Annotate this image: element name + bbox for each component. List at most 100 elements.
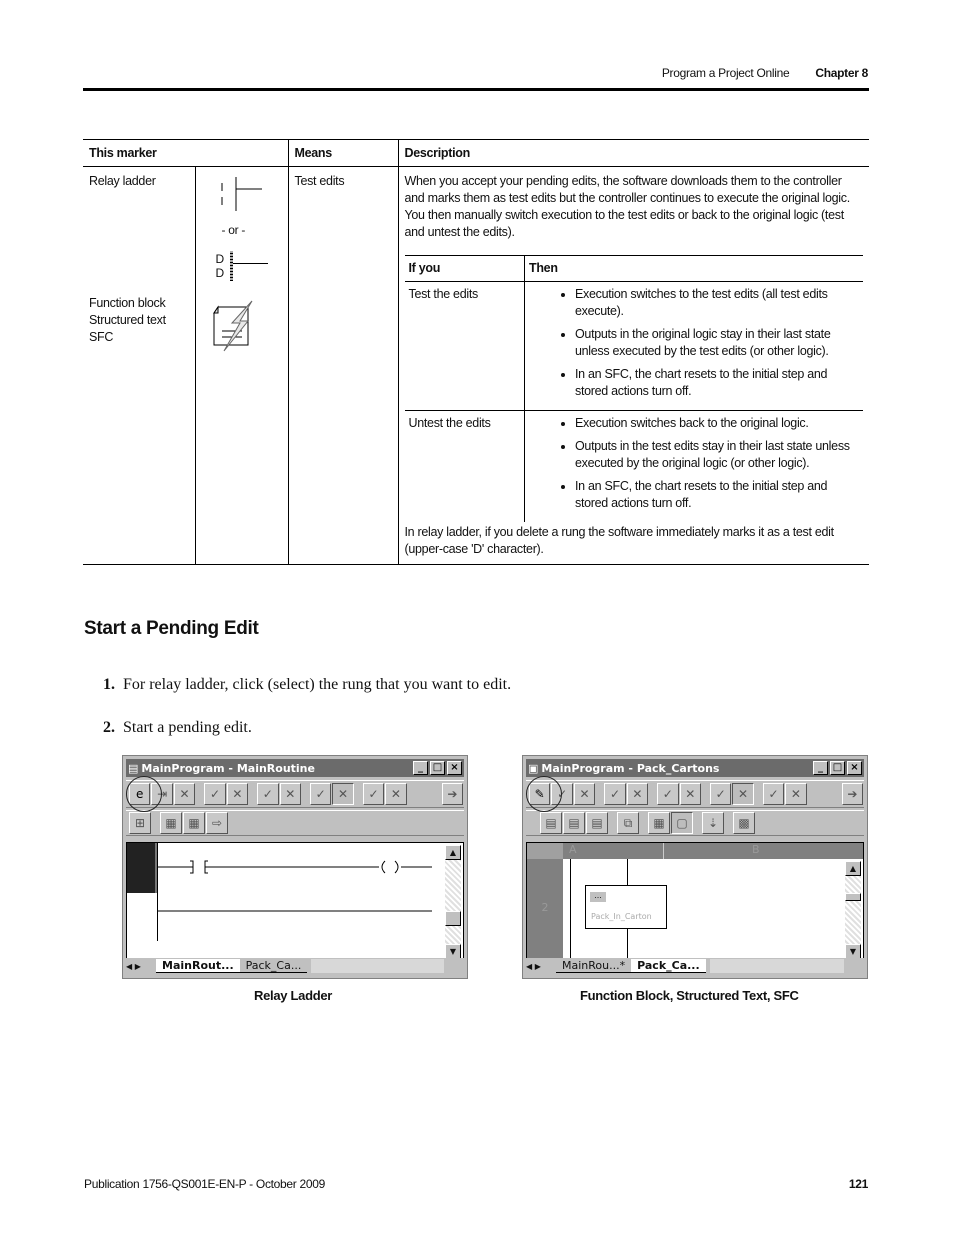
toolbar-button[interactable]: ✕ <box>573 783 596 805</box>
sfc-step[interactable]: ... Pack_In_Carton <box>585 885 667 929</box>
finalize-button[interactable]: ➔ <box>441 783 464 805</box>
description-cell: When you accept your pending edits, the … <box>397 166 869 565</box>
fb-label-2: Structured text <box>89 313 166 327</box>
close-button[interactable]: × <box>447 761 462 775</box>
toolbar-button[interactable]: ✕ <box>785 783 807 805</box>
finalize-button[interactable]: ➔ <box>841 783 864 805</box>
ladder-window-icon: ▤ <box>128 761 139 775</box>
deleted-rung-icon: D D <box>202 249 282 289</box>
column-header-b: B <box>752 843 760 856</box>
caption-function-block: Function Block, Structured Text, SFC <box>580 988 799 1003</box>
list-item: In an SFC, the chart resets to the initi… <box>575 366 859 400</box>
tab-scroll-arrows[interactable]: ◀ ▶ <box>526 962 556 971</box>
toolbar-button[interactable]: ✓ <box>257 783 279 805</box>
toolbar-button[interactable]: ✕ <box>385 783 407 805</box>
toolbar-button[interactable]: ✕ <box>279 783 301 805</box>
if-then-table: If you Then Test the edits Execution swi… <box>404 255 863 522</box>
toolbar-button[interactable]: ✓ <box>709 783 732 805</box>
section-title: Start a Pending Edit <box>84 618 259 639</box>
scroll-thumb[interactable] <box>845 893 861 901</box>
toolbar-button[interactable]: ✕ <box>226 783 249 805</box>
relay-ladder-window: ▤ MainProgram - MainRoutine _ □ × e ⇥ ✕ ✓… <box>122 755 468 979</box>
list-item: Outputs in the original logic stay in th… <box>575 326 859 360</box>
scroll-down-button[interactable]: ▼ <box>845 944 861 959</box>
toolbar-button[interactable]: ⧉ <box>617 812 639 834</box>
marker-icons-cell: - or - D D <box>194 166 288 565</box>
col-header-if: If you <box>404 255 525 282</box>
title-bar: ▣ MainProgram - Pack_Cartons _ □ × <box>526 759 864 777</box>
list-item: Execution switches to the test edits (al… <box>575 286 859 320</box>
minimize-button[interactable]: _ <box>413 761 428 775</box>
col-header-means: Means <box>287 139 398 167</box>
highlight-circle <box>526 776 562 812</box>
toolbar-button[interactable]: ✕ <box>732 783 754 805</box>
table-row: Test the edits Execution switches to the… <box>404 281 863 411</box>
or-label: - or - <box>221 223 246 237</box>
toolbar-button[interactable]: ▤ <box>563 812 585 834</box>
list-item: Outputs in the test edits stay in their … <box>575 438 859 472</box>
toolbar-button[interactable]: ✓ <box>604 783 626 805</box>
table-row: Untest the edits Execution switches back… <box>405 410 863 522</box>
toolbar-button[interactable]: ✓ <box>309 783 332 805</box>
row-header: 2 <box>527 859 563 961</box>
sfc-window: ▣ MainProgram - Pack_Cartons _ □ × ✎ ✓ ✕ … <box>522 755 868 979</box>
toolbar-button[interactable]: ✓ <box>362 783 385 805</box>
scroll-thumb[interactable] <box>445 911 461 926</box>
close-button[interactable]: × <box>847 761 862 775</box>
list-item: In an SFC, the chart resets to the initi… <box>575 478 859 512</box>
col-header-marker: This marker <box>83 139 288 167</box>
fb-label-3: SFC <box>89 330 114 344</box>
tab-scroll-arrows[interactable]: ◀ ▶ <box>126 962 156 971</box>
if-cell: Untest the edits <box>408 416 491 430</box>
toolbar-button[interactable]: ✕ <box>679 783 701 805</box>
column-header-a: A <box>569 843 577 856</box>
fb-label-1: Function block <box>89 296 166 310</box>
toolbar-button[interactable]: ⇣ <box>702 812 724 834</box>
step-action-button[interactable]: ... <box>590 892 606 902</box>
description-text: When you accept your pending edits, the … <box>404 174 851 239</box>
toolbar-button[interactable]: ✓ <box>204 783 226 805</box>
maximize-button[interactable]: □ <box>830 761 845 775</box>
sfc-canvas[interactable]: A B 2 ... Pack_In_Carton ▲ ▼ <box>526 842 864 962</box>
toolbar-button[interactable]: ▢ <box>671 812 693 834</box>
page-number: 121 <box>848 1177 868 1191</box>
ladder-canvas[interactable]: ▲ ▼ <box>126 842 464 962</box>
toolbar-button[interactable]: ▦ <box>160 812 182 834</box>
ladder-rungs <box>157 860 432 912</box>
minimize-button[interactable]: _ <box>813 761 828 775</box>
toolbar-button[interactable]: ▦ <box>648 812 670 834</box>
window-title: MainProgram - Pack_Cartons <box>541 761 720 775</box>
toolbar-button[interactable]: ▤ <box>586 812 608 834</box>
toolbar-1: e ⇥ ✕ ✓ ✕ ✓ ✕ ✓ ✕ ✓ ✕ ➔ <box>126 780 464 808</box>
vertical-scrollbar[interactable]: ▲ ▼ <box>845 861 861 959</box>
toolbar-2: ⊞ ▦ ▦ ⇨ <box>126 810 464 836</box>
test-edit-rung-icon <box>221 177 274 211</box>
col-header-description: Description <box>397 139 869 167</box>
scroll-up-button[interactable]: ▲ <box>845 861 861 876</box>
toolbar-button[interactable]: ▩ <box>733 812 755 834</box>
if-cell: Test the edits <box>408 287 479 301</box>
sfc-window-icon: ▣ <box>528 761 539 775</box>
toolbar-button[interactable]: ▦ <box>183 812 205 834</box>
toolbar-button[interactable]: ✕ <box>173 783 196 805</box>
toolbar-button[interactable]: ✓ <box>657 783 679 805</box>
tab-pack-cartons[interactable]: Pack_Ca... <box>239 959 308 973</box>
toolbar-button[interactable]: ✓ <box>762 783 785 805</box>
tab-pack-cartons[interactable]: Pack_Ca... <box>631 959 706 973</box>
toolbar-button[interactable]: ⊞ <box>129 812 151 834</box>
lightning-document-icon <box>212 300 252 352</box>
horizontal-scrollbar[interactable] <box>709 959 844 973</box>
horizontal-scrollbar[interactable] <box>311 959 444 973</box>
maximize-button[interactable]: □ <box>430 761 445 775</box>
toolbar-button[interactable]: ✕ <box>626 783 649 805</box>
tab-mainroutine[interactable]: MainRout... <box>156 959 240 973</box>
scroll-up-button[interactable]: ▲ <box>445 845 461 860</box>
tab-mainroutine[interactable]: MainRou...* <box>556 959 632 973</box>
header-section: Program a Project Online <box>661 66 790 80</box>
scroll-down-button[interactable]: ▼ <box>445 944 461 959</box>
toolbar-button[interactable]: ▤ <box>540 812 562 834</box>
vertical-scrollbar[interactable]: ▲ ▼ <box>445 845 461 959</box>
toolbar-button[interactable]: ⇨ <box>206 812 228 834</box>
note-text: In relay ladder, if you delete a rung th… <box>404 525 835 556</box>
toolbar-button[interactable]: ✕ <box>332 783 354 805</box>
